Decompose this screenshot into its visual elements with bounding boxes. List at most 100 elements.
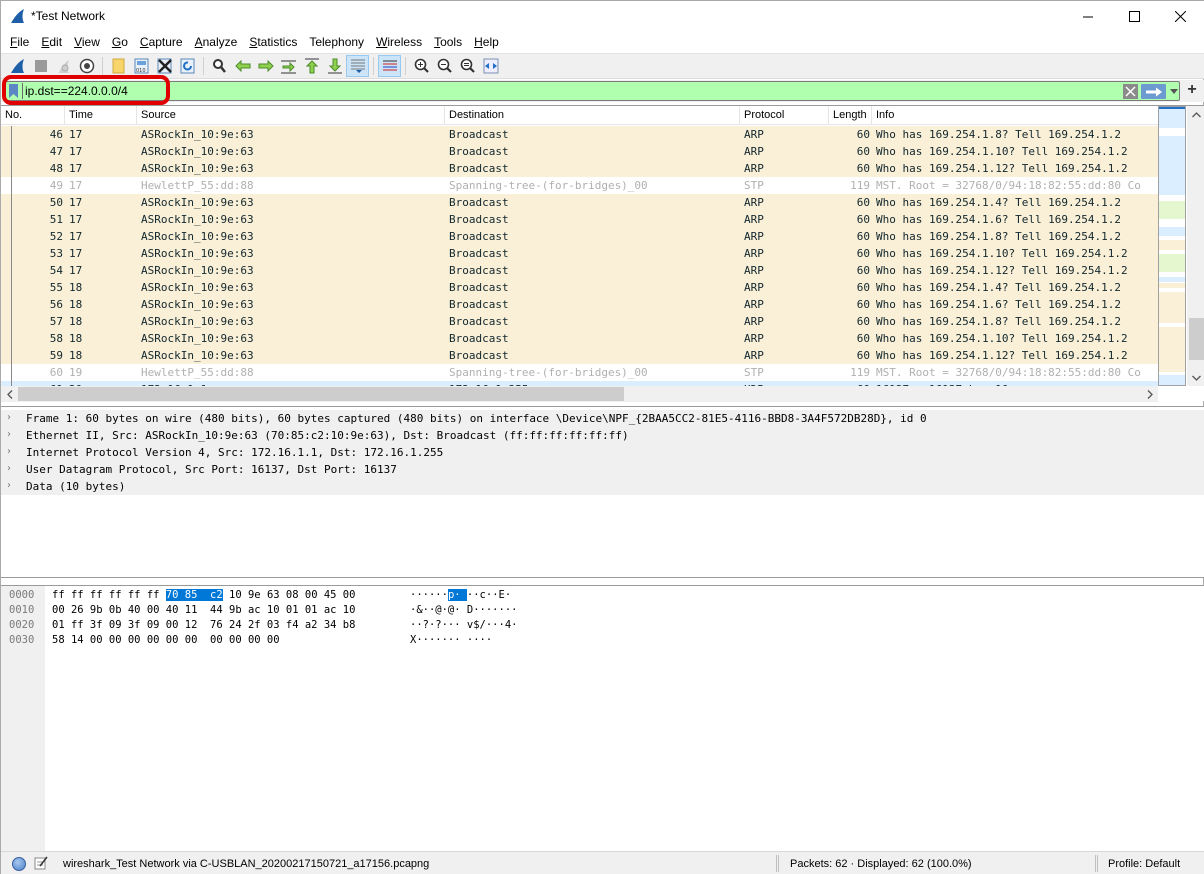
expert-info-led-icon[interactable] — [12, 857, 26, 871]
hex-bytes[interactable]: 58 14 00 00 00 00 00 00 00 00 00 00 — [52, 634, 280, 646]
display-filter-input[interactable] — [25, 83, 1115, 99]
go-to-packet-button[interactable] — [277, 55, 300, 77]
packet-row[interactable]: 57 18 ASRockIn_10:9e:63 Broadcast ARP 60 Who h… — [1, 313, 1158, 330]
menu-edit[interactable]: Edit — [35, 32, 68, 53]
column-header-destination[interactable]: Destination — [445, 106, 740, 125]
packet-details-pane: › Frame 1: 60 bytes on wire (480 bits), 6… — [1, 406, 1204, 578]
zoom-normal-button[interactable] — [456, 55, 479, 77]
close-button[interactable] — [1157, 1, 1203, 32]
packet-protocol: ARP — [744, 196, 764, 209]
expand-arrow-icon[interactable]: › — [7, 480, 11, 491]
packet-list-vertical-scrollbar[interactable] — [1187, 106, 1204, 386]
find-packet-button[interactable] — [208, 55, 231, 77]
capture-comment-icon[interactable] — [34, 856, 48, 870]
packet-row[interactable]: 50 17 ASRockIn_10:9e:63 Broadcast ARP 60 Who h… — [1, 194, 1158, 211]
restart-capture-button[interactable] — [52, 55, 75, 77]
go-forward-button[interactable] — [254, 55, 277, 77]
packet-destination: Broadcast — [449, 128, 509, 141]
column-header-length[interactable]: Length — [829, 106, 872, 125]
detail-tree-item[interactable]: › User Datagram Protocol, Src Port: 16137… — [1, 461, 1204, 478]
go-back-button[interactable] — [231, 55, 254, 77]
apply-filter-button[interactable] — [1141, 84, 1166, 99]
packet-row[interactable]: 51 17 ASRockIn_10:9e:63 Broadcast ARP 60 Who h… — [1, 211, 1158, 228]
expand-arrow-icon[interactable]: › — [7, 446, 11, 457]
packet-row[interactable]: 53 17 ASRockIn_10:9e:63 Broadcast ARP 60 Who h… — [1, 245, 1158, 262]
menu-statistics[interactable]: Statistics — [243, 32, 303, 53]
scroll-up-button[interactable] — [1187, 106, 1204, 123]
menu-capture[interactable]: Capture — [134, 32, 189, 53]
byte-offset: 0030 — [9, 634, 35, 646]
packet-row[interactable]: 60 19 HewlettP_55:dd:88 Spanning-tree-(for-… — [1, 364, 1158, 381]
ascii-bytes[interactable]: ······p· ··c··E· — [410, 589, 511, 601]
reload-file-button[interactable] — [176, 55, 199, 77]
packet-row[interactable]: 58 18 ASRockIn_10:9e:63 Broadcast ARP 60 Who h… — [1, 330, 1158, 347]
column-header-info[interactable]: Info — [872, 106, 1158, 125]
column-header-time[interactable]: Time — [65, 106, 137, 125]
detail-tree-item[interactable]: › Internet Protocol Version 4, Src: 172.1… — [1, 444, 1204, 461]
detail-tree-item[interactable]: › Ethernet II, Src: ASRockIn_10:9e:63 (70… — [1, 427, 1204, 444]
packet-row[interactable]: 52 17 ASRockIn_10:9e:63 Broadcast ARP 60 Who h… — [1, 228, 1158, 245]
menu-go[interactable]: Go — [106, 32, 134, 53]
packet-row[interactable]: 47 17 ASRockIn_10:9e:63 Broadcast ARP 60 Who h… — [1, 143, 1158, 160]
filter-history-dropdown[interactable] — [1169, 84, 1179, 98]
maximize-button[interactable] — [1111, 1, 1157, 32]
detail-tree-item[interactable]: › Data (10 bytes) — [1, 478, 1204, 495]
capture-options-button[interactable] — [75, 55, 98, 77]
expand-arrow-icon[interactable]: › — [7, 463, 11, 474]
save-file-button[interactable]: 010 — [130, 55, 153, 77]
packet-length: 60 — [856, 230, 870, 243]
ascii-bytes[interactable]: ·&··@·@· D······· — [410, 604, 517, 616]
packet-row[interactable]: 49 17 HewlettP_55:dd:88 Spanning-tree-(for-… — [1, 177, 1158, 194]
menu-telephony[interactable]: Telephony — [303, 32, 370, 53]
hex-bytes[interactable]: 00 26 9b 0b 40 00 40 11 44 9b ac 10 01 0… — [52, 604, 355, 616]
expand-arrow-icon[interactable]: › — [7, 412, 11, 423]
scroll-left-button[interactable] — [1, 386, 18, 402]
packet-row[interactable]: 46 17 ASRockIn_10:9e:63 Broadcast ARP 60 Who h… — [1, 126, 1158, 143]
menu-view[interactable]: View — [68, 32, 106, 53]
resize-columns-button[interactable] — [479, 55, 502, 77]
menu-analyze[interactable]: Analyze — [189, 32, 244, 53]
hex-bytes[interactable]: ff ff ff ff ff ff 70 85 c2 10 9e 63 08 0… — [52, 589, 355, 601]
packet-row[interactable]: 48 17 ASRockIn_10:9e:63 Broadcast ARP 60 Who h… — [1, 160, 1158, 177]
packet-row[interactable]: 55 18 ASRockIn_10:9e:63 Broadcast ARP 60 Who h… — [1, 279, 1158, 296]
menu-label: elp — [482, 35, 499, 49]
profile-status[interactable]: Profile: Default — [1108, 858, 1180, 870]
scroll-right-button[interactable] — [1141, 386, 1158, 402]
ascii-bytes[interactable]: ··?·?··· v$/···4· — [410, 619, 517, 631]
bookmark-icon[interactable] — [9, 84, 18, 98]
colorize-button[interactable] — [378, 55, 401, 77]
packet-row[interactable]: 56 18 ASRockIn_10:9e:63 Broadcast ARP 60 Who h… — [1, 296, 1158, 313]
packet-minimap[interactable] — [1158, 106, 1186, 386]
stop-capture-button[interactable] — [29, 55, 52, 77]
go-first-packet-button[interactable] — [300, 55, 323, 77]
packet-source: ASRockIn_10:9e:63 — [141, 162, 254, 175]
horizontal-scroll-thumb[interactable] — [18, 387, 624, 401]
clear-filter-button[interactable] — [1123, 84, 1138, 99]
close-file-button[interactable] — [153, 55, 176, 77]
menu-help[interactable]: Help — [468, 32, 505, 53]
start-capture-button[interactable] — [6, 55, 29, 77]
column-header-source[interactable]: Source — [137, 106, 445, 125]
expand-arrow-icon[interactable]: › — [7, 429, 11, 440]
ascii-bytes[interactable]: X······· ···· — [410, 634, 492, 646]
minimize-button[interactable] — [1065, 1, 1111, 32]
zoom-out-button[interactable] — [433, 55, 456, 77]
column-header-protocol[interactable]: Protocol — [740, 106, 829, 125]
scroll-down-button[interactable] — [1187, 369, 1204, 386]
packet-list-horizontal-scrollbar[interactable] — [1, 386, 1158, 402]
menu-wireless[interactable]: Wireless — [370, 32, 428, 53]
open-file-button[interactable] — [107, 55, 130, 77]
go-last-packet-button[interactable] — [323, 55, 346, 77]
column-header-no[interactable]: No. — [1, 106, 65, 125]
add-filter-button[interactable]: + — [1184, 82, 1200, 100]
vertical-scroll-thumb[interactable] — [1189, 318, 1204, 360]
related-packet-line — [11, 126, 12, 388]
menu-file[interactable]: File — [4, 32, 35, 53]
menu-tools[interactable]: Tools — [428, 32, 468, 53]
hex-bytes[interactable]: 01 ff 3f 09 3f 09 00 12 76 24 2f 03 f4 a… — [52, 619, 355, 631]
detail-tree-item[interactable]: › Frame 1: 60 bytes on wire (480 bits), 6… — [1, 410, 1204, 427]
auto-scroll-button[interactable] — [346, 55, 369, 77]
zoom-in-button[interactable] — [410, 55, 433, 77]
packet-row[interactable]: 54 17 ASRockIn_10:9e:63 Broadcast ARP 60 Who h… — [1, 262, 1158, 279]
packet-row[interactable]: 59 18 ASRockIn_10:9e:63 Broadcast ARP 60 Who h… — [1, 347, 1158, 364]
